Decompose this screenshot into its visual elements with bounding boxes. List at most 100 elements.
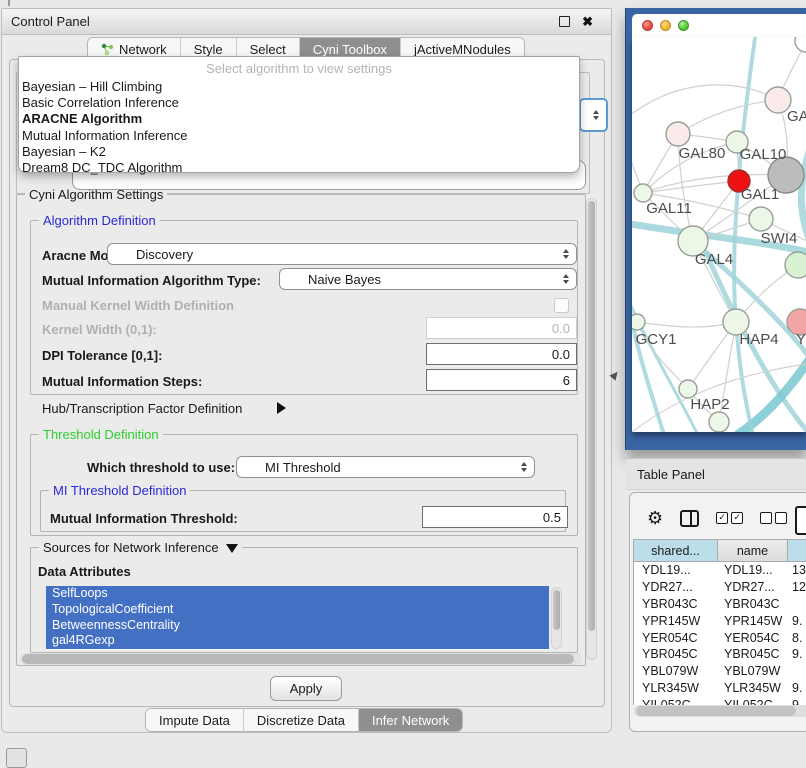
settings-horizontal-scrollbar[interactable] [20,653,582,665]
table-row[interactable]: YBR045CYBR045C9. [634,646,806,663]
algorithm-dropdown-list: Bayesian – Hill ClimbingBasic Correlatio… [19,79,579,176]
column-header-name[interactable]: name [718,540,788,562]
control-panel-window: Control Panel ✖ Network Style Select Cyn… [1,8,612,733]
tab-discretize-data[interactable]: Discretize Data [244,709,359,731]
tab-label: Discretize Data [257,713,345,728]
deselect-all-checkboxes-icon[interactable] [760,512,787,524]
node-label: Y [796,331,806,348]
data-attributes-list[interactable]: SelfLoopsTopologicalCoefficientBetweenne… [46,586,549,650]
manual-kernel-width-label: Manual Kernel Width Definition [42,298,234,313]
algorithm-option[interactable]: Dream8 DC_TDC Algorithm [19,160,579,176]
table-row[interactable]: YIL052CYIL052C9 [634,696,806,705]
table-toolbar: ⚙ ✓✓ [630,501,806,535]
hub-section-label: Hub/Transcription Factor Definition [42,401,242,416]
table-row[interactable]: YDL19...YDL19...13 [634,562,806,579]
data-attribute-item[interactable]: SelfLoops [46,586,549,602]
table-header-row: shared... name [634,540,806,562]
algorithm-option[interactable]: Bayesian – Hill Climbing [19,79,579,95]
table-row[interactable]: YPR145WYPR145W9. [634,612,806,629]
table-row[interactable]: YDR27...YDR27...12 [634,579,806,596]
which-threshold-label: Which threshold to use: [87,460,235,475]
close-icon[interactable]: ✖ [582,15,593,28]
settings-vertical-scrollbar[interactable] [586,198,597,660]
table-cell: YER054C [718,631,788,645]
bottom-tabbar: Impute Data Discretize Data Infer Networ… [145,708,463,732]
function-builder-icon[interactable] [795,506,806,535]
mi-algorithm-type-value: Naive Bayes [280,272,381,287]
network-icon [101,43,114,56]
table-cell: 8. [788,631,806,645]
attributes-vertical-scrollbar[interactable] [551,587,562,649]
table-cell: YLR345W [718,681,788,695]
table-cell: YBR043C [718,597,788,611]
network-node[interactable] [632,314,645,330]
data-attribute-item[interactable]: TopologicalCoefficient [46,602,549,618]
manual-kernel-width-checkbox[interactable] [554,298,569,313]
node-label: GAL [787,108,806,125]
table-cell: YBR045C [718,647,788,661]
table-cell: YDL19... [634,563,718,577]
network-node[interactable] [749,207,773,231]
algorithm-option[interactable]: Mutual Information Inference [19,128,579,144]
network-canvas[interactable]: GALGAL80GAL10GAL11GAL1SWI4GAL4GCY1HAP4YH… [632,37,806,432]
tab-label: Infer Network [372,713,449,728]
data-attribute-item[interactable]: BetweennessCentrality [46,618,549,634]
control-panel-titlebar: Control Panel ✖ [2,9,611,35]
threshold-definition-title: Threshold Definition [39,427,163,442]
control-panel-title: Control Panel [11,14,90,29]
kernel-width-input[interactable]: 0.0 [426,317,577,339]
data-attributes-label: Data Attributes [38,564,131,579]
algorithm-option[interactable]: ARACNE Algorithm [19,111,579,127]
algorithm-option[interactable]: Bayesian – K2 [19,144,579,160]
mi-threshold-definition-title: MI Threshold Definition [49,483,190,498]
hub-expand-arrow-icon[interactable] [277,402,286,414]
table-cell: 9. [788,647,806,661]
select-all-checkboxes-icon[interactable]: ✓✓ [716,512,743,524]
split-columns-icon[interactable] [680,510,699,527]
column-header-shared-name[interactable]: shared... [634,540,718,562]
node-label: GAL1 [741,186,779,203]
network-node[interactable] [795,37,806,52]
float-window-icon[interactable] [559,16,570,27]
which-threshold-combobox[interactable]: MI Threshold [236,456,535,478]
table-row[interactable]: YBL079WYBL079W [634,663,806,680]
table-row[interactable]: YER054CYER054C8. [634,629,806,646]
table-cell: YPR145W [718,614,788,628]
aracne-mode-combobox[interactable]: Discovery [107,243,577,265]
table-body: YDL19...YDL19...13YDR27...YDR27...12YBR0… [634,562,806,705]
sources-title-text: Sources for Network Inference [43,540,219,555]
zoom-traffic-light-icon[interactable] [678,20,689,31]
tab-label: jActiveMNodules [414,42,511,57]
decorative-tick [8,0,10,6]
dpi-tolerance-label: DPI Tolerance [0,1]: [42,348,162,363]
tab-impute-data[interactable]: Impute Data [146,709,244,731]
apply-button[interactable]: Apply [270,676,342,701]
mi-steps-input[interactable]: 6 [426,369,577,391]
table-horizontal-scrollbar[interactable] [634,705,806,717]
table-row[interactable]: YLR345WYLR345W9. [634,680,806,697]
minimize-traffic-light-icon[interactable] [660,20,671,31]
tab-label: Select [250,42,286,57]
table-panel: ⚙ ✓✓ shared... name YDL19...YDL19...13YD… [629,492,806,732]
network-window: GALGAL80GAL10GAL11GAL1SWI4GAL4GCY1HAP4YH… [625,8,806,450]
dpi-tolerance-input[interactable]: 0.0 [426,343,577,365]
algorithm-option[interactable]: Basic Correlation Inference [19,95,579,111]
table-cell: YER054C [634,631,718,645]
minimized-panel-icon[interactable] [6,748,27,768]
data-attribute-item[interactable]: gal4RGexp [46,633,549,649]
algorithm-dropdown-popup: Select algorithm to view settings Bayesi… [18,56,580,173]
network-node[interactable] [785,252,806,278]
gear-icon[interactable]: ⚙ [647,509,663,527]
mi-threshold-input[interactable]: 0.5 [422,506,568,528]
network-node[interactable] [666,122,690,146]
mi-algorithm-type-combobox[interactable]: Naive Bayes [279,268,577,290]
table-row[interactable]: YBR043CYBR043C [634,596,806,613]
tab-infer-network[interactable]: Infer Network [359,709,462,731]
close-traffic-light-icon[interactable] [642,20,653,31]
algorithm-combobox-arrow[interactable] [579,98,608,132]
network-node[interactable] [709,412,729,432]
column-header-partial[interactable] [788,540,806,562]
table-cell: YBR043C [634,597,718,611]
sources-collapse-arrow-icon[interactable] [226,544,238,553]
table-cell: YDR27... [718,580,788,594]
